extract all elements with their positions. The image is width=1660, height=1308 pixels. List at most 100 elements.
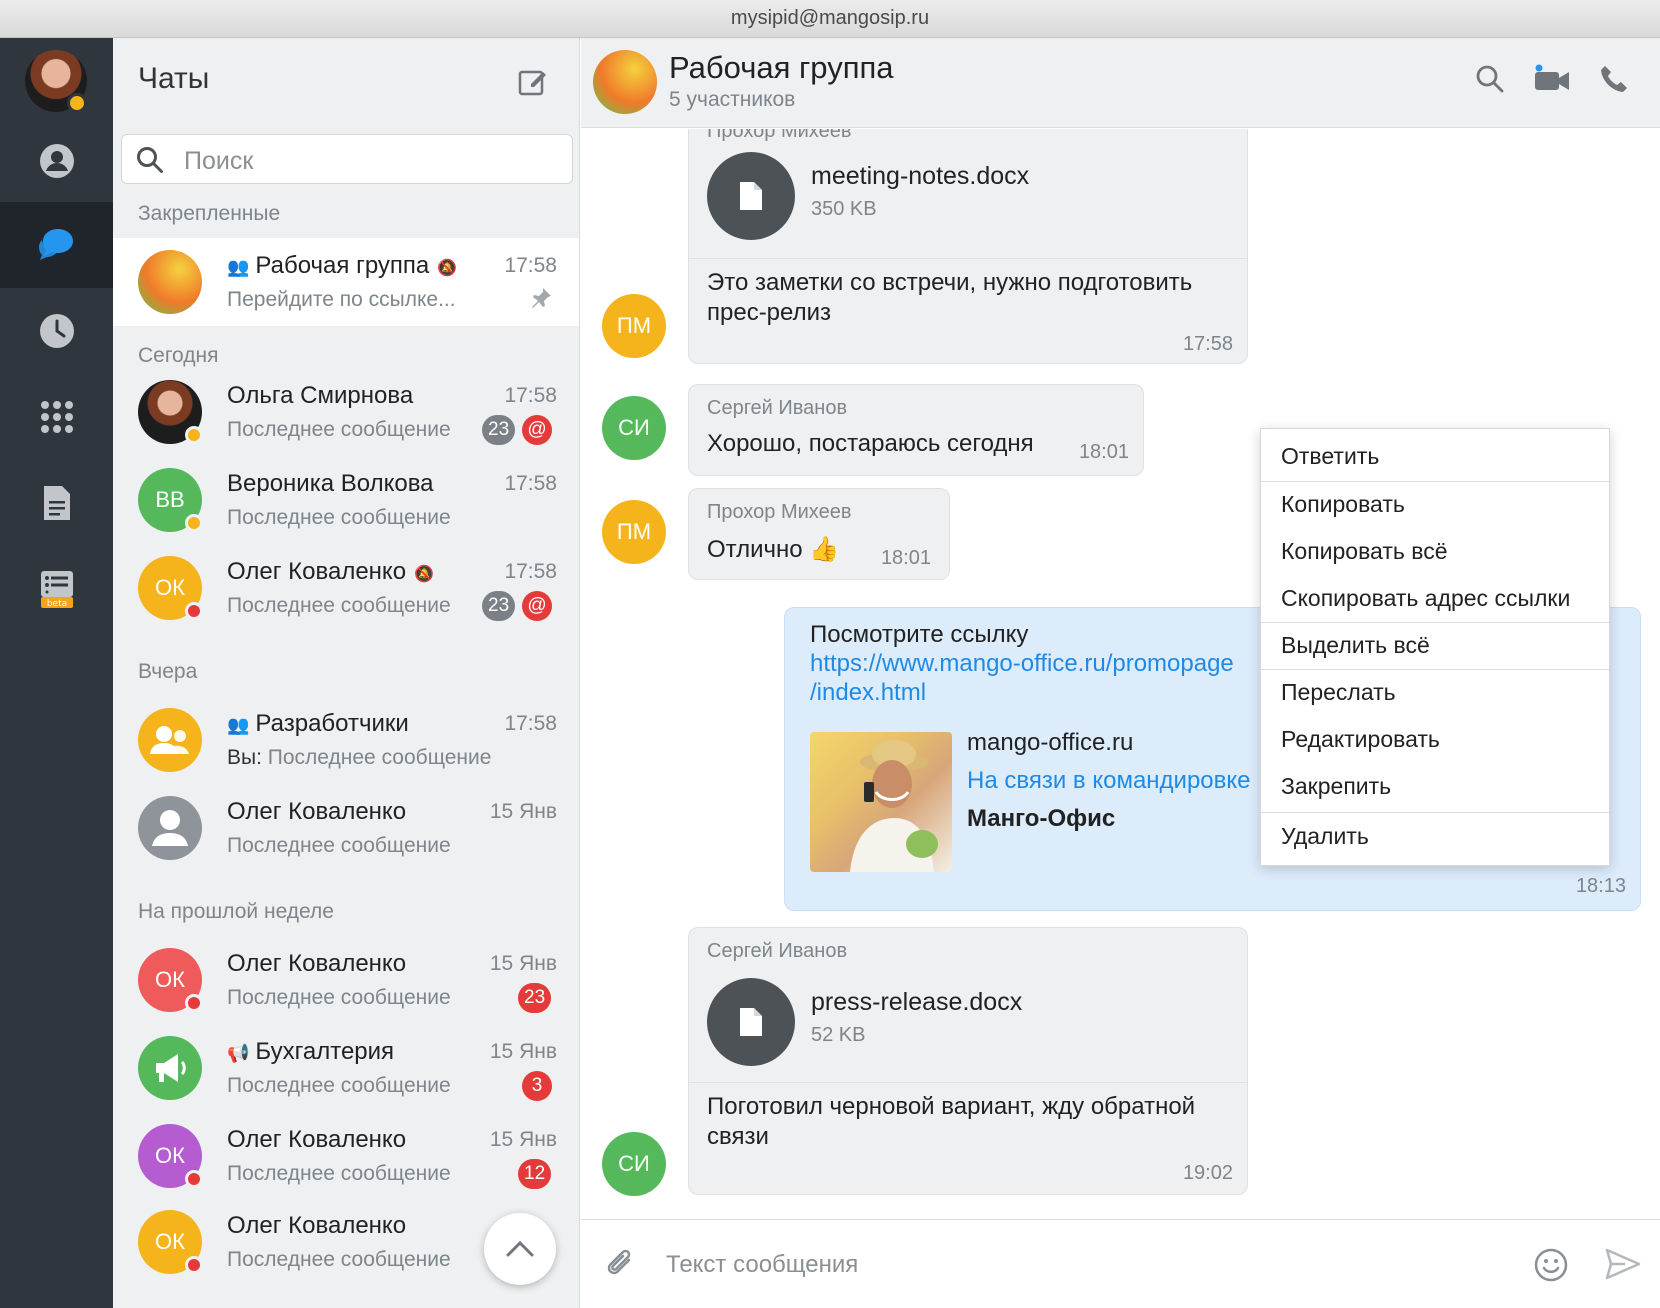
message-bubble[interactable]: Прохор Михеев Отлично 👍 18:01 <box>688 488 950 580</box>
file-name[interactable]: press-release.docx <box>811 988 1022 1017</box>
megaphone-icon: 📢 <box>227 1043 250 1063</box>
chat-name: Олег Коваленко <box>227 950 407 977</box>
rail-documents[interactable] <box>0 460 113 546</box>
voice-call-button[interactable] <box>1599 64 1629 99</box>
chat-row[interactable]: 👥 Разработчики 17:58 Вы: Последнее сообще… <box>113 696 579 784</box>
pin-icon <box>532 288 551 308</box>
file-icon[interactable] <box>707 152 795 240</box>
compose-button[interactable] <box>517 66 549 103</box>
unread-badge: 23 <box>482 591 516 621</box>
contacts-icon <box>39 144 74 178</box>
chat-name: Олег Коваленко 🔕 <box>227 558 434 586</box>
file-size: 350 KB <box>811 198 877 220</box>
conversation-avatar[interactable] <box>593 50 657 114</box>
history-icon <box>39 314 74 348</box>
chat-row[interactable]: ОК Олег Коваленко 15 Янв Последнее сообщ… <box>113 1112 579 1200</box>
chat-row[interactable]: 👥 Рабочая группа 🔕 17:58 Перейдите по ссыл… <box>113 238 579 326</box>
message-input[interactable]: Текст сообщения <box>666 1251 858 1279</box>
message-sender: Прохор Михеев <box>707 129 852 142</box>
menu-item-edit[interactable]: Редактировать <box>1261 716 1609 763</box>
send-button[interactable] <box>1605 1248 1641 1285</box>
section-today: Сегодня <box>138 344 219 367</box>
group-icon: 👥 <box>227 715 250 735</box>
unread-badge: 23 <box>518 983 552 1013</box>
sender-avatar[interactable]: ПМ <box>602 500 666 564</box>
rail-history[interactable] <box>0 288 113 374</box>
chat-last-message: Перейдите по ссылке... <box>227 288 456 311</box>
file-size: 52 KB <box>811 1024 866 1046</box>
emoji-button[interactable] <box>1534 1248 1568 1287</box>
status-dot <box>185 514 203 532</box>
avatar <box>138 708 202 772</box>
message-bubble[interactable]: Прохор Михеев meeting-notes.docx 350 KB … <box>688 129 1248 364</box>
scroll-to-top-button[interactable] <box>484 1213 556 1285</box>
chat-last-message: Последнее сообщение <box>227 594 451 617</box>
video-call-button[interactable] <box>1533 64 1571 99</box>
last-text: Последнее сообщение <box>267 746 492 769</box>
chat-time: 17:58 <box>504 254 557 277</box>
menu-item-copy-link[interactable]: Скопировать адрес ссылки <box>1261 575 1609 622</box>
menu-item-reply[interactable]: Ответить <box>1261 433 1609 480</box>
chat-row[interactable]: ОК Олег Коваленко 15 Янв Последнее сообщ… <box>113 936 579 1024</box>
message-bubble[interactable]: Сергей Иванов press-release.docx 52 KB П… <box>688 927 1248 1195</box>
chat-list-header: Чаты <box>113 38 579 128</box>
status-dot <box>185 1256 203 1274</box>
chat-name-text: Олег Коваленко <box>227 558 407 585</box>
rail-contacts[interactable] <box>0 118 113 204</box>
message-link[interactable]: https://www.mango-office.ru/promopage <box>810 649 1234 679</box>
chat-row[interactable]: Олег Коваленко 15 Янв Последнее сообщени… <box>113 784 579 872</box>
link-preview-title[interactable]: На связи в командировке <box>967 766 1251 796</box>
smiley-icon <box>1534 1248 1568 1282</box>
attach-button[interactable] <box>605 1248 637 1287</box>
menu-item-copy-all[interactable]: Копировать всё <box>1261 528 1609 575</box>
chat-name: 👥 Рабочая группа 🔕 <box>227 252 457 280</box>
rail-feed[interactable]: beta <box>0 546 113 632</box>
rail-chats[interactable] <box>0 202 113 288</box>
file-name[interactable]: meeting-notes.docx <box>811 162 1029 191</box>
menu-item-select-all[interactable]: Выделить всё <box>1261 622 1609 669</box>
conversation-title[interactable]: Рабочая группа <box>669 50 894 86</box>
chat-time: 17:58 <box>504 712 557 735</box>
message-bubble[interactable]: Сергей Иванов Хорошо, постараюсь сегодня… <box>688 384 1144 476</box>
chat-name: Вероника Волкова <box>227 470 434 497</box>
search-icon <box>1476 65 1504 93</box>
rail-apps[interactable] <box>0 374 113 460</box>
message-time: 18:13 <box>1575 875 1626 897</box>
participants-count[interactable]: 5 участников <box>669 88 795 112</box>
menu-item-delete[interactable]: Удалить <box>1261 813 1609 860</box>
search-messages-button[interactable] <box>1475 64 1505 99</box>
menu-item-forward[interactable]: Переслать <box>1261 669 1609 716</box>
chat-name: Олег Коваленко <box>227 1126 407 1153</box>
window-title: mysipid@mangosip.ru <box>0 0 1660 38</box>
chat-time: 15 Янв <box>489 1040 557 1063</box>
beta-feed-icon: beta <box>40 571 73 609</box>
avatar <box>138 796 202 860</box>
sender-avatar[interactable]: ПМ <box>602 294 666 358</box>
message-time: 17:58 <box>1182 333 1233 355</box>
link-preview-image[interactable] <box>810 732 952 872</box>
message-text-line: связи <box>707 1123 769 1150</box>
chat-row[interactable]: ВВ Вероника Волкова 17:58 Последнее сооб… <box>113 456 579 544</box>
bubble-divider <box>689 258 1247 259</box>
group-icon: 👥 <box>227 257 250 277</box>
sender-avatar[interactable]: СИ <box>602 1132 666 1196</box>
beta-label: beta <box>46 599 66 609</box>
unread-badge: 12 <box>518 1159 552 1189</box>
message-composer: Текст сообщения <box>581 1219 1660 1308</box>
chat-row[interactable]: 📢 Бухгалтерия 15 Янв Последнее сообщение … <box>113 1024 579 1112</box>
file-icon[interactable] <box>707 978 795 1066</box>
message-link-continued[interactable]: /index.html <box>810 678 926 708</box>
message-time: 18:01 <box>880 547 931 569</box>
message-text: Отлично 👍 <box>707 536 840 563</box>
nav-rail: beta <box>0 38 113 1308</box>
menu-item-pin[interactable]: Закрепить <box>1261 763 1609 810</box>
document-icon <box>740 1008 762 1036</box>
sender-avatar[interactable]: СИ <box>602 396 666 460</box>
chat-row[interactable]: Ольга Смирнова 17:58 Последнее сообщение… <box>113 368 579 456</box>
chat-time: 17:58 <box>504 472 557 495</box>
search-field[interactable]: Поиск <box>121 134 573 184</box>
menu-item-copy[interactable]: Копировать <box>1261 481 1609 528</box>
chat-row[interactable]: ОК Олег Коваленко 🔕 17:58 Последнее сообщ… <box>113 544 579 632</box>
compose-icon <box>518 70 546 96</box>
chat-name-text: Бухгалтерия <box>255 1038 395 1065</box>
